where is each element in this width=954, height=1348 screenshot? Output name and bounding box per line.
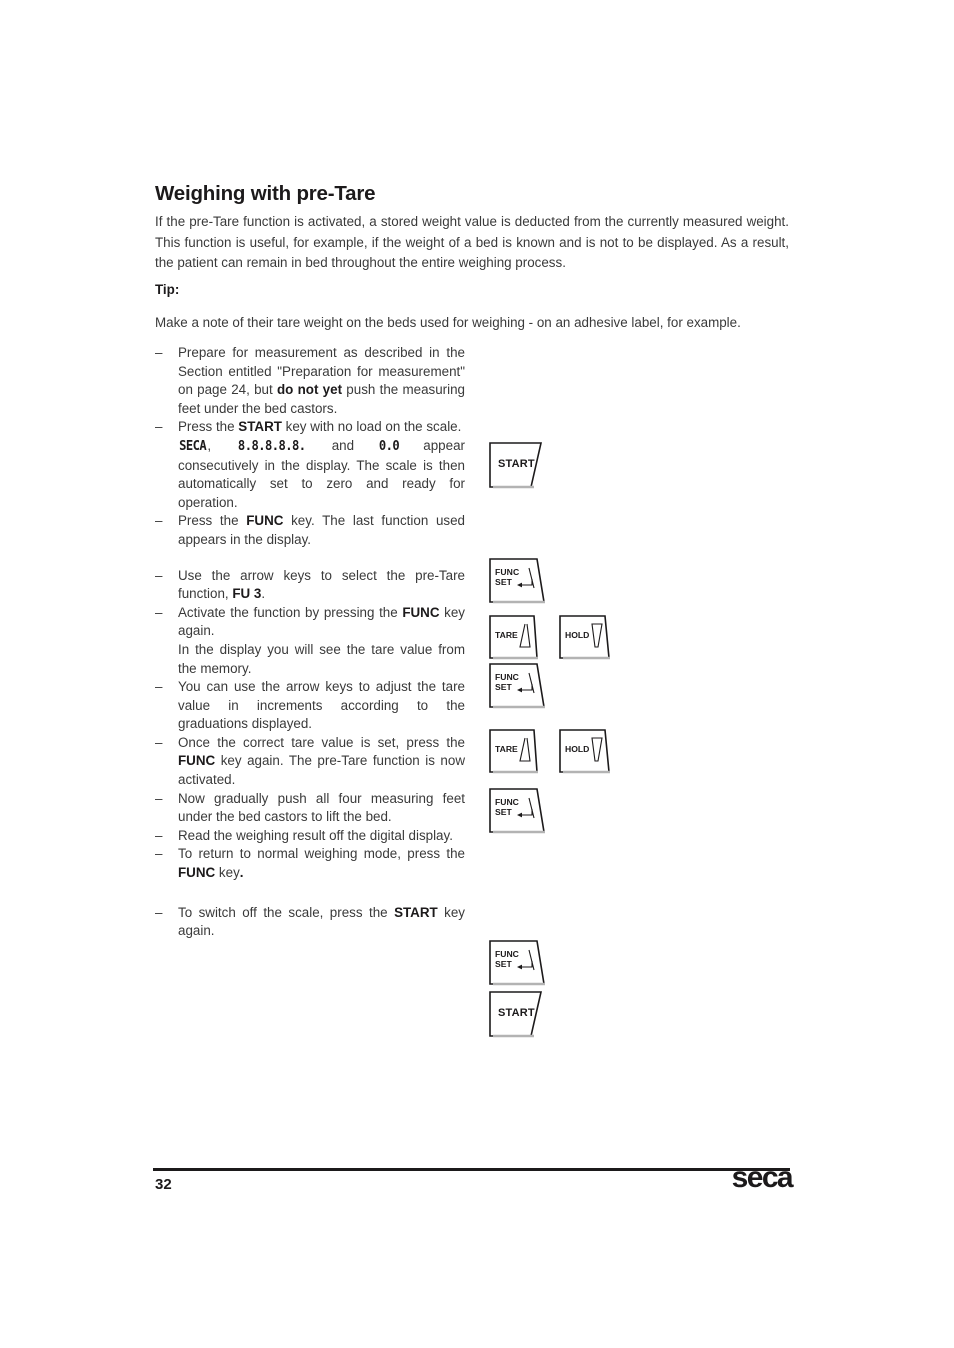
list-item: – Press the FUNC key. The last function u… <box>155 512 465 549</box>
list-bullet: – <box>155 679 163 695</box>
step-text-9a: Read the weighing result off the digital… <box>178 827 453 843</box>
list-item: – Press the START key with no load on the… <box>155 418 465 512</box>
list-item: – To return to normal weighing mode, pres… <box>155 845 465 882</box>
step-text-11a: To switch off the scale, press the <box>178 904 395 920</box>
step-text-5a: Activate the function by pressing the <box>178 604 403 620</box>
list-bullet: – <box>155 345 163 360</box>
step-text-6a: You can use the arrow keys to adjust the… <box>178 679 465 732</box>
step-text-10d: . <box>239 865 244 881</box>
list-bullet: – <box>155 734 163 750</box>
key-label-tare: TARE <box>495 630 518 640</box>
key-label-func: FUNC <box>495 949 519 959</box>
intro-paragraph: If the pre-Tare function is activated, a… <box>155 214 789 271</box>
key-diagram-hold-2[interactable]: HOLD <box>559 729 615 774</box>
step-text-3a: Press the <box>178 513 247 529</box>
list-bullet: – <box>155 846 163 862</box>
list-bullet: – <box>155 827 163 843</box>
key-diagram-tare-2[interactable]: TARE <box>489 729 543 774</box>
step-text-10c: key <box>215 865 240 881</box>
key-diagram-func-set-3[interactable]: FUNC SET <box>489 788 551 834</box>
list-item: – You can use the arrow keys to adjust th… <box>155 678 465 734</box>
key-label-start: START <box>498 1007 535 1019</box>
key-name-func: FUNC <box>178 865 216 881</box>
step-subtext-5: In the display you will see the tare val… <box>178 641 465 676</box>
lcd-text-segments: 8.8.8.8.8. <box>237 438 306 454</box>
step-text-7a: Once the correct tare value is set, pres… <box>178 734 465 750</box>
list-item: – Read the weighing result off the digita… <box>155 827 465 846</box>
key-diagram-tare-1[interactable]: TARE <box>489 615 543 660</box>
key-label-func: FUNC <box>495 672 519 682</box>
manual-page: Weighing with pre-Tare If the pre-Tare f… <box>0 0 954 1348</box>
page-number: 32 <box>155 1176 172 1193</box>
key-label-func: FUNC <box>495 567 520 577</box>
list-item: – Activate the function by pressing the F… <box>155 604 465 678</box>
key-name-func: FUNC <box>246 513 284 529</box>
key-diagram-hold-1[interactable]: HOLD <box>559 615 615 660</box>
step-text-4c: . <box>261 586 266 602</box>
key-name-start: START <box>394 904 438 920</box>
page-title: Weighing with pre-Tare <box>155 181 376 205</box>
function-code-fu3: FU 3 <box>232 586 262 602</box>
seca-logo: seca <box>718 1161 794 1194</box>
step-text-4a: Use the arrow keys to select the pre-Tar… <box>178 567 465 602</box>
footer-divider <box>153 1168 790 1171</box>
key-label-start: START <box>498 458 535 470</box>
list-item: – Once the correct tare value is set, pre… <box>155 734 465 790</box>
key-name-start: START <box>238 419 282 435</box>
list-item: – Now gradually push all four measuring f… <box>155 790 465 827</box>
key-label-hold: HOLD <box>565 744 590 754</box>
list-bullet: – <box>155 904 163 920</box>
tip-label: Tip: <box>155 282 180 297</box>
list-bullet: – <box>155 790 163 806</box>
list-bullet: – <box>155 604 163 620</box>
step-text-2c: key with no load on the scale. <box>281 419 462 435</box>
list-item: – Use the arrow keys to select the pre-Ta… <box>155 567 465 604</box>
key-label-set: SET <box>495 682 512 692</box>
list-item: – Prepare for measurement as described in… <box>155 344 465 418</box>
step-text-2a: Press the <box>178 419 239 435</box>
key-name-func: FUNC <box>178 753 216 769</box>
display-readout-sentence: SECA, 8.8.8.8.8. and 0.0 appear consecut… <box>178 437 465 512</box>
key-diagram-func-set-1[interactable]: FUNC SET <box>489 558 551 604</box>
instruction-list: – Prepare for measurement as described in… <box>155 344 465 941</box>
key-diagram-func-set-2[interactable]: FUNC SET <box>489 663 551 709</box>
key-label-func: FUNC <box>495 797 519 807</box>
key-diagram-func-set-4[interactable]: FUNC SET <box>489 940 551 986</box>
step-emphasis-1: do not yet <box>276 382 343 398</box>
key-name-func: FUNC <box>402 604 440 620</box>
step-text-8a: Now gradually push all four measuring fe… <box>178 790 465 825</box>
lcd-sep: , <box>207 437 235 453</box>
list-bullet: – <box>155 419 163 435</box>
lcd-text-zero: 0.0 <box>378 438 400 454</box>
key-label-set: SET <box>495 959 512 969</box>
list-item: – To switch off the scale, press the STAR… <box>155 904 465 941</box>
seca-logo-text: seca <box>731 1161 794 1194</box>
list-bullet: – <box>155 567 163 583</box>
list-bullet: – <box>155 513 163 529</box>
step-text-10a: To return to normal weighing mode, press… <box>178 846 465 862</box>
lcd-mid: and <box>308 437 378 453</box>
key-diagram-start-1[interactable]: START <box>489 442 551 489</box>
step-text-7c: key again. The pre-Tare function is now … <box>178 753 465 788</box>
key-label-hold: HOLD <box>565 630 590 640</box>
key-label-tare: TARE <box>495 744 518 754</box>
key-label-set: SET <box>495 577 513 587</box>
tip-body: Make a note of their tare weight on the … <box>155 315 741 331</box>
key-diagram-start-2[interactable]: START <box>489 991 551 1038</box>
key-label-set: SET <box>495 807 512 817</box>
lcd-text-seca: SECA <box>179 438 207 454</box>
